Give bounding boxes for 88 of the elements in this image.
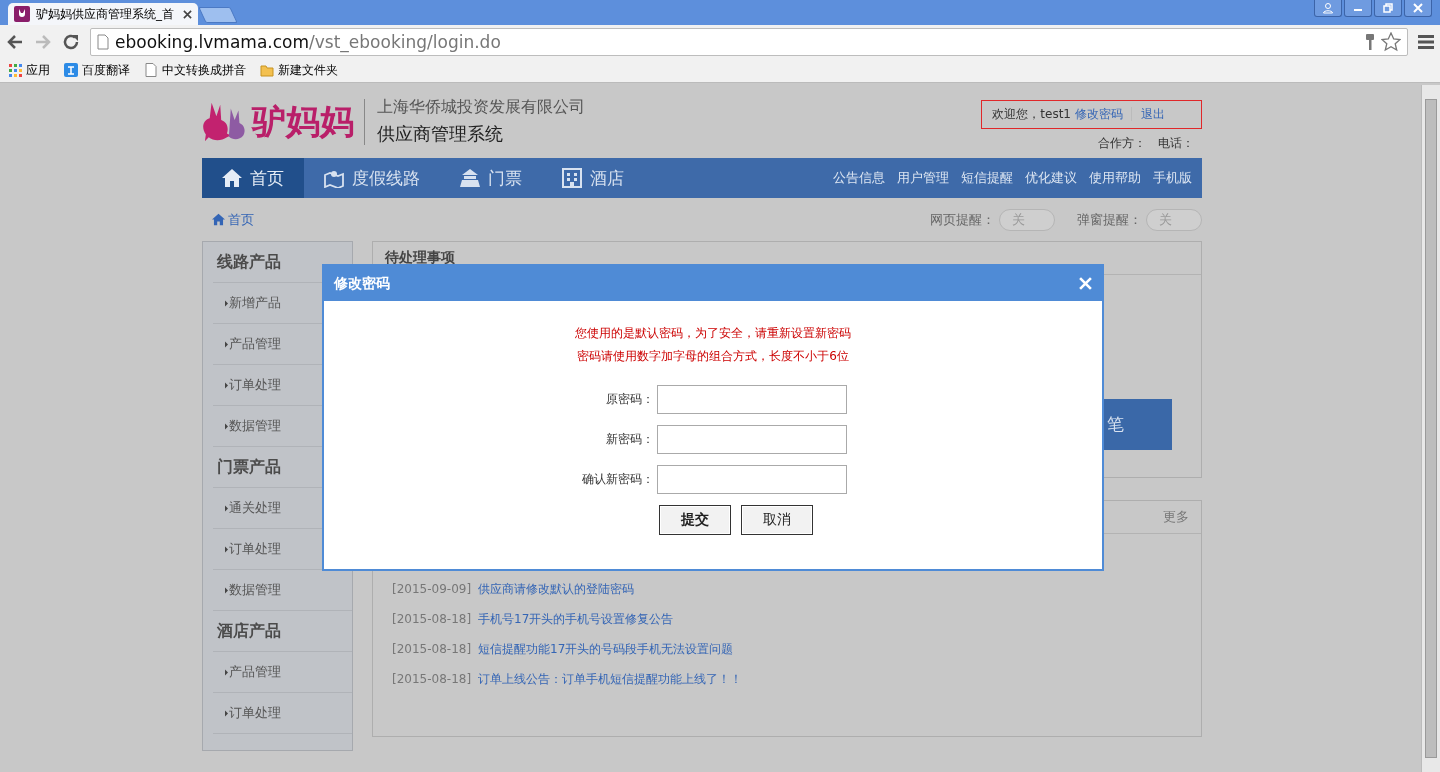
toggle-label: 网页提醒： xyxy=(930,210,995,229)
sidebar-item[interactable]: 订单处理 xyxy=(229,540,281,558)
page-icon xyxy=(144,63,158,77)
address-bar[interactable]: ebooking.lvmama.com/vst_ebooking/login.do xyxy=(90,27,1408,56)
field-label: 新密码： xyxy=(605,431,654,448)
welcome-text: 欢迎您，test1 xyxy=(992,105,1071,123)
scrollbar[interactable] xyxy=(1421,85,1440,772)
home-icon xyxy=(222,168,242,188)
key-icon xyxy=(1365,32,1375,51)
nav-tab[interactable]: 度假线路 xyxy=(304,158,440,198)
more-link[interactable]: 更多 xyxy=(1163,508,1189,526)
bookmark[interactable]: 百度翻译 xyxy=(64,61,130,79)
sidebar-item[interactable]: 产品管理 xyxy=(229,663,281,681)
sidebar-item[interactable]: 通关处理 xyxy=(229,499,281,517)
password-field[interactable] xyxy=(657,425,847,454)
partner-label: 合作方： xyxy=(1098,134,1146,152)
apps-icon xyxy=(8,63,22,77)
field-label: 确认新密码： xyxy=(581,471,654,488)
forward-icon[interactable] xyxy=(34,32,52,51)
restore-icon[interactable] xyxy=(1382,2,1394,14)
notice-date: [2015-09-09] xyxy=(392,582,472,596)
notice-date: [2015-08-18] xyxy=(392,672,472,686)
breadcrumb-link[interactable]: 首页 xyxy=(212,210,254,229)
back-icon[interactable] xyxy=(6,32,24,51)
page-icon xyxy=(97,33,109,50)
notice-link[interactable]: 订单上线公告：订单手机短信提醒功能上线了！！ xyxy=(478,670,743,688)
nav-link[interactable]: 短信提醒 xyxy=(961,169,1013,187)
sidebar-item[interactable]: 订单处理 xyxy=(229,376,281,394)
notice-link[interactable]: 供应商请修改默认的登陆密码 xyxy=(478,580,635,598)
phone-label: 电话： xyxy=(1158,134,1194,152)
folder-icon xyxy=(260,63,274,77)
bookmark[interactable]: 应用 xyxy=(8,61,50,79)
toggle-label: 弹窗提醒： xyxy=(1077,210,1142,229)
user-icon[interactable] xyxy=(1322,2,1334,14)
nav-tab[interactable]: 首页 xyxy=(202,158,304,198)
change-password-link[interactable]: 修改密码 xyxy=(1075,105,1123,123)
rabbit-icon xyxy=(14,6,30,22)
bookmark[interactable]: 新建文件夹 xyxy=(260,61,338,79)
dialog-button[interactable]: 取消 xyxy=(741,505,813,535)
map-icon xyxy=(324,168,344,188)
new-tab-button[interactable] xyxy=(198,7,238,23)
logo-text: 驴妈妈 xyxy=(252,99,354,143)
password-field[interactable] xyxy=(657,465,847,494)
home-icon xyxy=(212,213,225,226)
sidebar-item[interactable]: 数据管理 xyxy=(229,581,281,599)
sidebar-heading: 酒店产品 xyxy=(213,611,352,652)
nav-tab[interactable]: 酒店 xyxy=(542,158,644,198)
sidebar-item[interactable]: 产品管理 xyxy=(229,335,281,353)
company-name: 上海华侨城投资发展有限公司 xyxy=(377,97,585,118)
notice-link[interactable]: 手机号17开头的手机号设置修复公告 xyxy=(478,610,674,628)
bullet-icon xyxy=(225,422,228,430)
warning-text: 您使用的是默认密码，为了安全，请重新设置新密码 xyxy=(575,325,851,342)
sidebar-item[interactable]: 订单处理 xyxy=(229,704,281,722)
url-text: ebooking.lvmama.com/vst_ebooking/login.do xyxy=(115,31,501,52)
bullet-icon xyxy=(225,299,228,307)
reload-icon[interactable] xyxy=(62,32,80,51)
nav-link[interactable]: 用户管理 xyxy=(897,169,949,187)
nav-link[interactable]: 公告信息 xyxy=(833,169,885,187)
star-icon[interactable] xyxy=(1381,31,1401,52)
bullet-icon xyxy=(225,340,228,348)
nav-tab[interactable]: 门票 xyxy=(440,158,542,198)
system-name: 供应商管理系统 xyxy=(377,122,504,146)
field-label: 原密码： xyxy=(605,391,654,408)
bullet-icon xyxy=(225,668,228,676)
logout-link[interactable]: 退出 xyxy=(1141,105,1165,123)
notice-date: [2015-08-18] xyxy=(392,642,472,656)
sidebar-item[interactable]: 数据管理 xyxy=(229,417,281,435)
nav-link[interactable]: 使用帮助 xyxy=(1089,169,1141,187)
building-icon xyxy=(562,168,582,188)
bullet-icon xyxy=(225,545,228,553)
bookmark[interactable]: 中文转换成拼音 xyxy=(144,61,246,79)
sidebar-item[interactable]: 新增产品 xyxy=(229,294,281,312)
bullet-icon xyxy=(225,709,228,717)
notice-date: [2015-08-18] xyxy=(392,612,472,626)
bullet-icon xyxy=(225,381,228,389)
bullet-icon xyxy=(225,504,228,512)
warning-text: 密码请使用数字加字母的组合方式，长度不小于6位 xyxy=(577,348,849,365)
pagoda-icon xyxy=(460,168,480,188)
dialog-button[interactable]: 提交 xyxy=(659,505,731,535)
menu-icon[interactable] xyxy=(1418,34,1434,49)
notice-link[interactable]: 短信提醒功能17开头的号码段手机无法设置问题 xyxy=(478,640,734,658)
password-field[interactable] xyxy=(657,385,847,414)
translate-icon xyxy=(64,63,78,77)
bullet-icon xyxy=(225,586,228,594)
nav-link[interactable]: 手机版 xyxy=(1153,169,1192,187)
nav-link[interactable]: 优化建议 xyxy=(1025,169,1077,187)
browser-tab[interactable]: 驴妈妈供应商管理系统_首 xyxy=(8,3,198,25)
close-icon[interactable] xyxy=(183,9,192,19)
